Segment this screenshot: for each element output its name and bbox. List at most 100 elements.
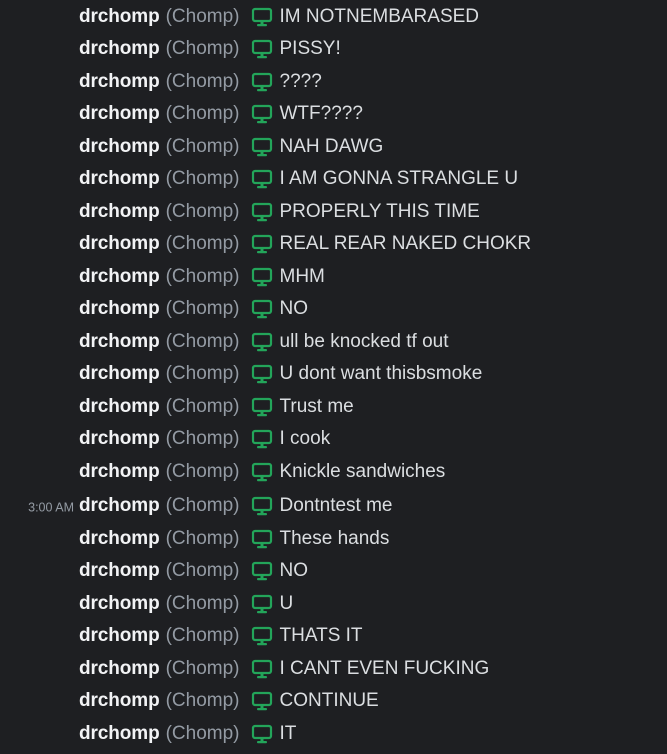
chat-message[interactable]: drchomp (Chomp)???? [0, 70, 667, 94]
desktop-icon [251, 71, 273, 93]
author-nickname: (Chomp) [165, 168, 240, 189]
chat-message[interactable]: drchomp (Chomp) U [0, 592, 667, 616]
message-content: drchomp (Chomp) IM NOTNEMBARASED [79, 6, 479, 28]
desktop-icon [251, 363, 273, 385]
message-text: Knickle sandwiches [279, 461, 446, 482]
message-timestamp: 3:00 AM [28, 500, 74, 515]
message-text: PROPERLY THIS TIME [279, 201, 480, 222]
author-username[interactable]: drchomp [79, 723, 160, 745]
author-username[interactable]: drchomp [79, 560, 160, 582]
author-username[interactable]: drchomp [79, 658, 160, 680]
author-nickname: (Chomp) [165, 461, 240, 482]
desktop-icon [251, 528, 273, 550]
chat-message-list: drchomp (Chomp) IM NOTNEMBARASED drchomp (Ch… [0, 0, 667, 754]
author-nickname: (Chomp) [165, 658, 240, 679]
message-text: U dont want thisbsmoke [279, 363, 483, 384]
author-username[interactable]: drchomp [79, 495, 160, 517]
chat-message[interactable]: drchomp (Chomp) IM NOTNEMBARASED [0, 5, 667, 29]
chat-message[interactable]: drchomp (Chomp) THATS IT [0, 624, 667, 648]
author-username[interactable]: drchomp [79, 266, 160, 288]
author-nickname: (Chomp) [165, 690, 240, 711]
message-text: PISSY! [279, 38, 341, 59]
chat-message[interactable]: drchomp (Chomp) PISSY! [0, 37, 667, 61]
desktop-icon [251, 658, 273, 680]
chat-message[interactable]: drchomp (Chomp) Trust me [0, 395, 667, 419]
author-username[interactable]: drchomp [79, 103, 160, 125]
author-username[interactable]: drchomp [79, 363, 160, 385]
desktop-icon [251, 593, 273, 615]
chat-message[interactable]: drchomp (Chomp) IT [0, 722, 667, 746]
author-username[interactable]: drchomp [79, 298, 160, 320]
chat-message[interactable]: drchomp (Chomp) These hands [0, 527, 667, 551]
message-text: Trust me [279, 396, 354, 417]
chat-message[interactable]: drchomp (Chomp) MHM [0, 265, 667, 289]
desktop-icon [251, 266, 273, 288]
desktop-icon [251, 168, 273, 190]
author-nickname: (Chomp) [165, 233, 240, 254]
chat-message[interactable]: drchomp (Chomp) NAH DAWG [0, 135, 667, 159]
desktop-icon [251, 690, 273, 712]
chat-message[interactable]: drchomp (Chomp) I CANT EVEN FUCKING [0, 657, 667, 681]
desktop-icon [251, 38, 273, 60]
message-text: I cook [279, 428, 331, 449]
author-nickname: (Chomp) [165, 396, 240, 417]
message-content: drchomp (Chomp) ull be knocked tf out [79, 331, 449, 353]
message-content: drchomp (Chomp) IT [79, 723, 296, 745]
message-text: IM NOTNEMBARASED [279, 6, 480, 27]
message-content: drchomp (Chomp) CONTINUE [79, 690, 379, 712]
author-username[interactable]: drchomp [79, 6, 160, 28]
author-username[interactable]: drchomp [79, 71, 160, 93]
chat-message[interactable]: drchomp (Chomp) CONTINUE [0, 689, 667, 713]
author-nickname: (Chomp) [165, 6, 240, 27]
message-text: WTF???? [279, 103, 363, 124]
author-nickname: (Chomp) [165, 136, 240, 157]
chat-message[interactable]: drchomp (Chomp) I cook [0, 427, 667, 451]
chat-message[interactable]: drchomp (Chomp) PROPERLY THIS TIME [0, 200, 667, 224]
message-content: drchomp (Chomp) REAL REAR NAKED CHOKR [79, 233, 531, 255]
chat-message[interactable]: drchomp (Chomp) NO [0, 297, 667, 321]
message-content: drchomp (Chomp) I cook [79, 428, 330, 450]
author-username[interactable]: drchomp [79, 461, 160, 483]
message-text: NO [279, 298, 309, 319]
author-nickname: (Chomp) [165, 38, 240, 59]
chat-message[interactable]: drchomp (Chomp) REAL REAR NAKED CHOKR [0, 232, 667, 256]
author-username[interactable]: drchomp [79, 38, 160, 60]
message-content: drchomp (Chomp) Dontntest me [79, 495, 393, 517]
message-content: drchomp (Chomp) I CANT EVEN FUCKING [79, 658, 489, 680]
message-text: IT [279, 723, 297, 744]
chat-message[interactable]: drchomp (Chomp) NO [0, 559, 667, 583]
author-nickname: (Chomp) [165, 428, 240, 449]
author-username[interactable]: drchomp [79, 136, 160, 158]
message-text: I CANT EVEN FUCKING [279, 658, 490, 679]
author-username[interactable]: drchomp [79, 428, 160, 450]
author-username[interactable]: drchomp [79, 331, 160, 353]
desktop-icon [251, 298, 273, 320]
author-nickname: (Chomp) [165, 723, 240, 744]
author-username[interactable]: drchomp [79, 625, 160, 647]
author-username[interactable]: drchomp [79, 528, 160, 550]
chat-message[interactable]: drchomp (Chomp) I AM GONNA STRANGLE U [0, 167, 667, 191]
author-username[interactable]: drchomp [79, 690, 160, 712]
message-text: Dontntest me [279, 495, 393, 516]
chat-message[interactable]: drchomp (Chomp) WTF???? [0, 102, 667, 126]
desktop-icon [251, 495, 273, 517]
message-content: drchomp (Chomp)???? [79, 71, 322, 93]
author-username[interactable]: drchomp [79, 201, 160, 223]
message-content: drchomp (Chomp) PISSY! [79, 38, 341, 60]
author-username[interactable]: drchomp [79, 168, 160, 190]
message-text: NO [279, 560, 309, 581]
author-username[interactable]: drchomp [79, 593, 160, 615]
author-username[interactable]: drchomp [79, 396, 160, 418]
desktop-icon [251, 201, 273, 223]
desktop-icon [251, 461, 273, 483]
message-content: drchomp (Chomp) NO [79, 560, 308, 582]
chat-message[interactable]: drchomp (Chomp) Knickle sandwiches [0, 460, 667, 484]
author-username[interactable]: drchomp [79, 233, 160, 255]
chat-message[interactable]: 3:00 AM drchomp (Chomp) Dontntest me [0, 494, 667, 518]
message-text: MHM [279, 266, 325, 287]
chat-message[interactable]: drchomp (Chomp) ull be knocked tf out [0, 330, 667, 354]
desktop-icon [251, 103, 273, 125]
chat-message[interactable]: drchomp (Chomp) U dont want thisbsmoke [0, 362, 667, 386]
message-text: U [279, 593, 294, 614]
author-nickname: (Chomp) [165, 625, 240, 646]
